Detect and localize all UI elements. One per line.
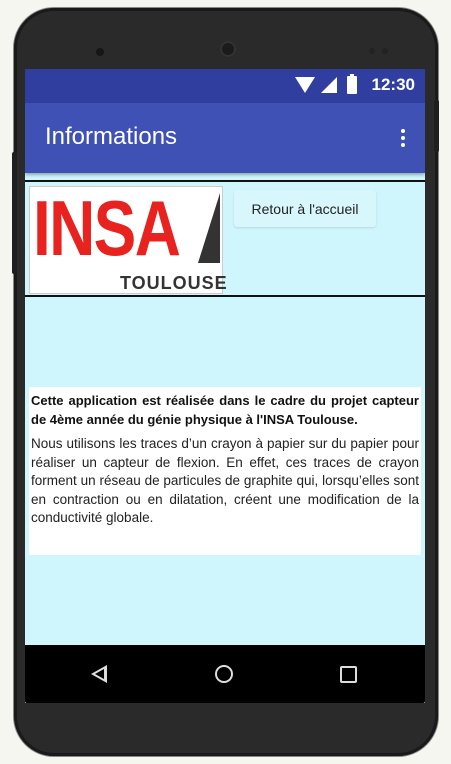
front-camera [96, 48, 104, 56]
signal-icon [321, 77, 337, 93]
logo-slash-mark [198, 193, 220, 263]
back-to-home-button[interactable]: Retour à l'accueil [234, 190, 376, 227]
recents-nav-icon[interactable] [340, 666, 357, 683]
battery-icon [347, 74, 357, 94]
back-nav-icon[interactable] [91, 665, 107, 683]
app-screen: 12:30 Informations INSA TOULOUSE Retour … [25, 69, 425, 703]
power-button [434, 100, 439, 152]
status-time: 12:30 [371, 75, 415, 94]
earpiece-speaker [220, 41, 236, 57]
proximity-sensor [369, 48, 375, 54]
volume-button [12, 152, 17, 274]
logo-sub-text: TOULOUSE [120, 273, 228, 293]
info-heading: Cette application est réalisée dans le c… [31, 393, 419, 427]
header-row: INSA TOULOUSE Retour à l'accueil [25, 180, 425, 297]
wifi-icon [295, 77, 315, 93]
overflow-menu-icon[interactable] [395, 129, 411, 149]
home-nav-icon[interactable] [215, 665, 233, 683]
light-sensor [382, 48, 388, 54]
info-panel: Cette application est réalisée dans le c… [29, 387, 421, 555]
navigation-bar [25, 645, 425, 703]
insa-logo: INSA TOULOUSE [29, 184, 227, 294]
info-body: Nous utilisons les traces d’un crayon à … [31, 436, 419, 525]
page-title: Informations [45, 123, 178, 150]
app-bar: Informations [25, 103, 425, 173]
logo-main-text: INSA [33, 184, 181, 272]
status-bar: 12:30 [25, 69, 425, 103]
